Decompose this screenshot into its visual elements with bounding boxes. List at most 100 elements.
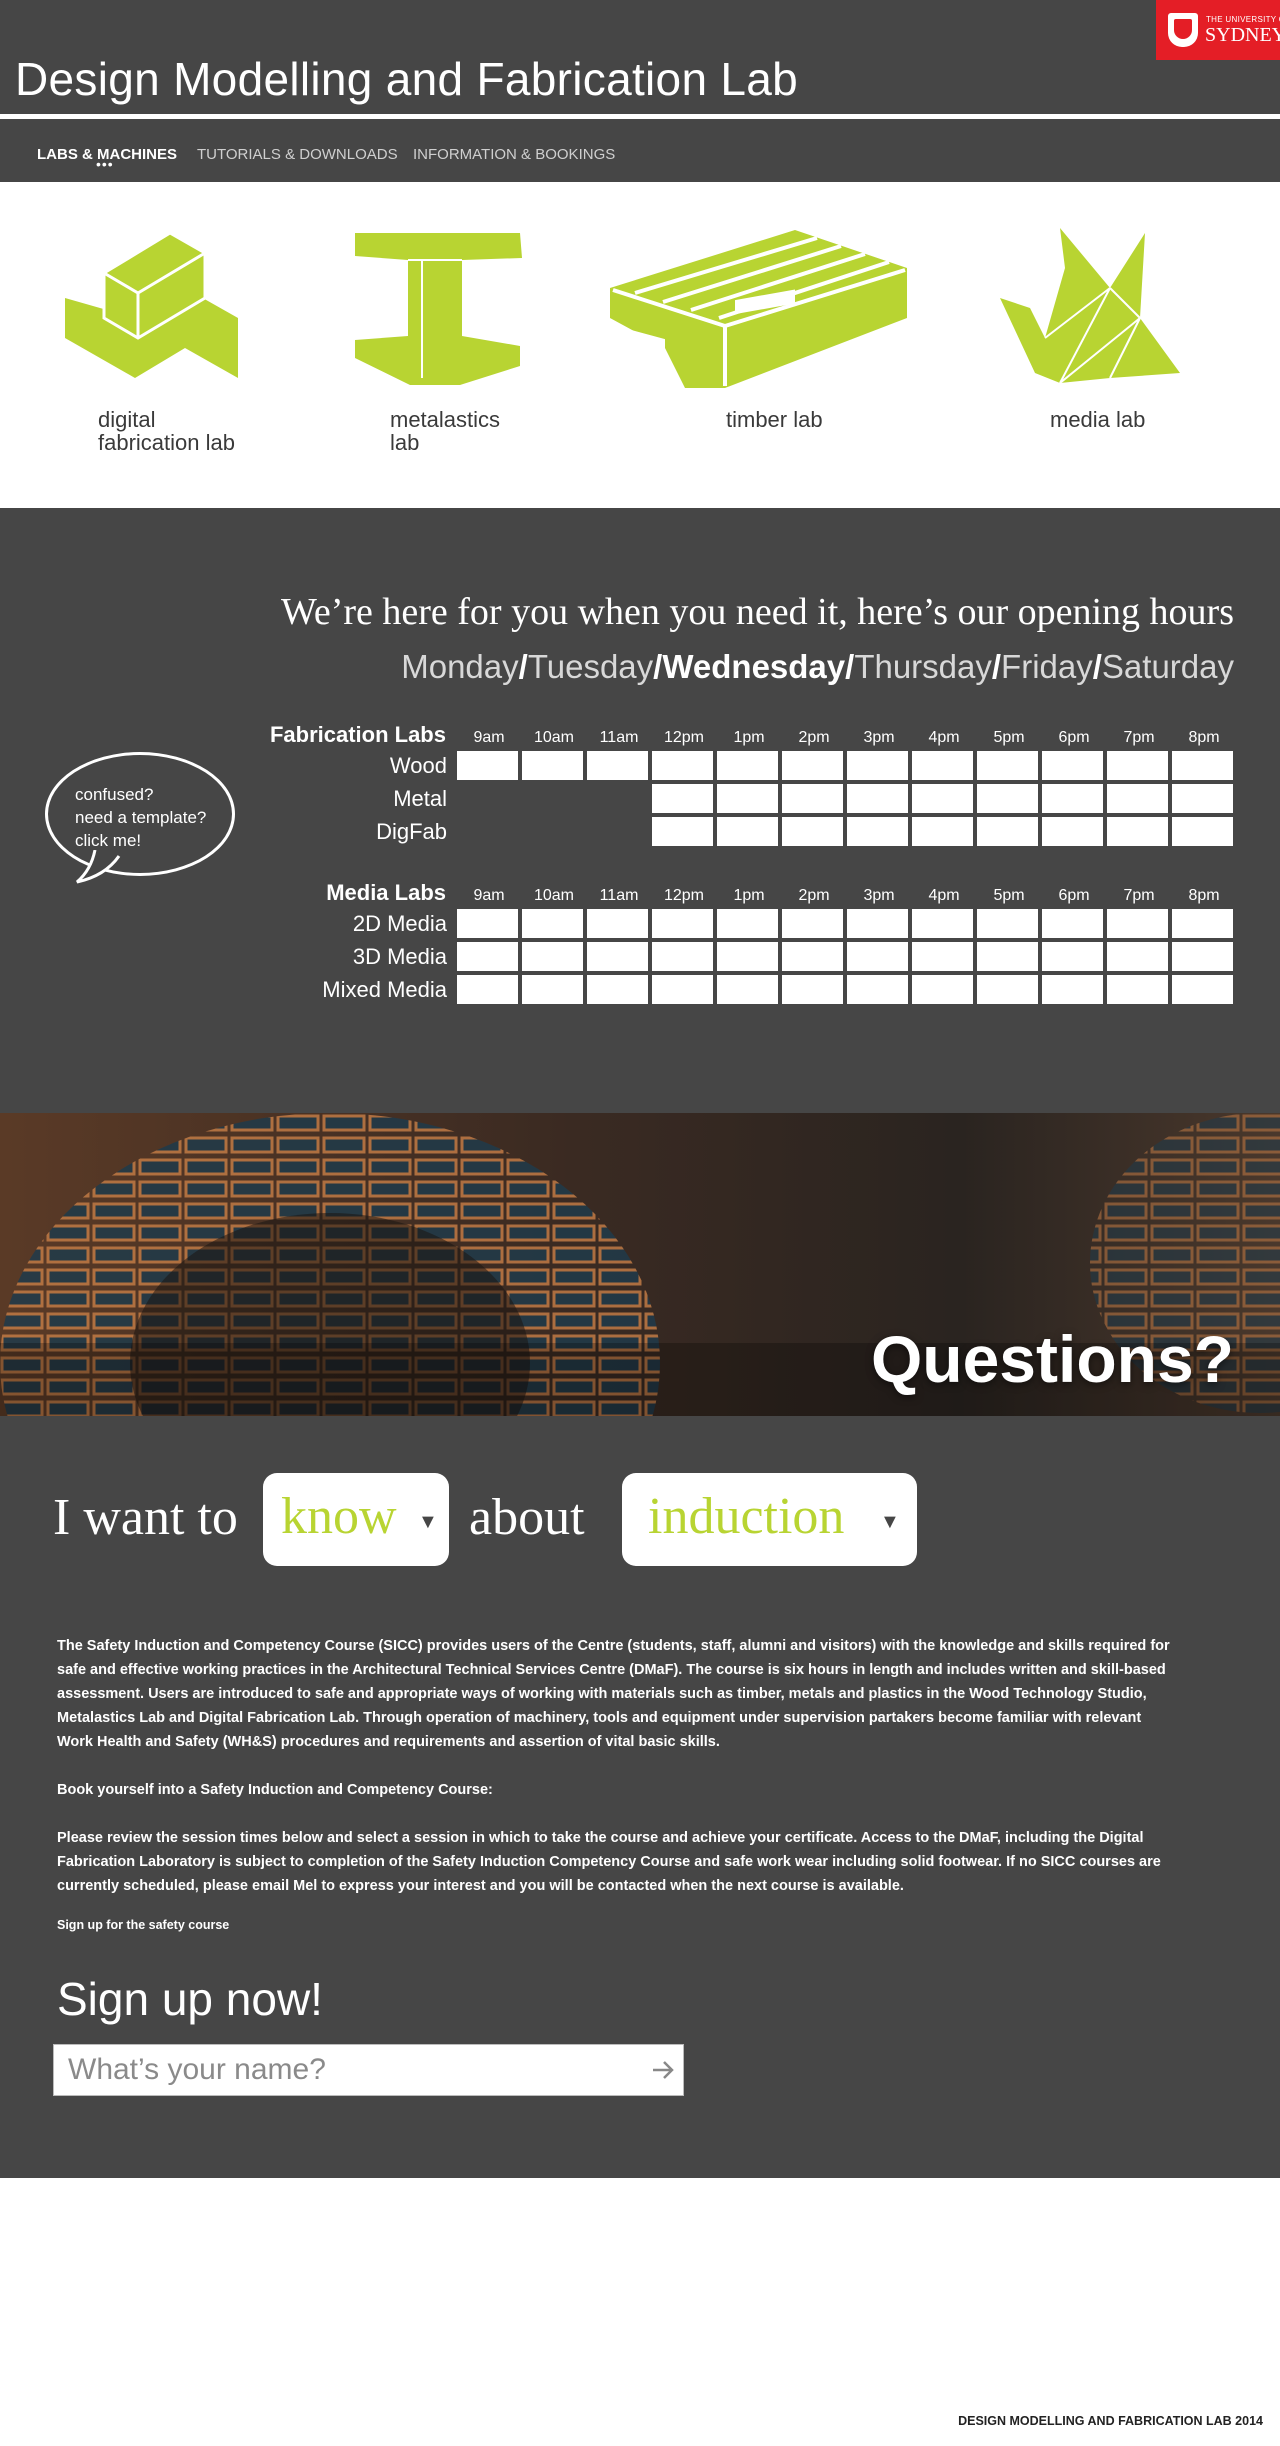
schedule-slot[interactable]	[977, 909, 1038, 938]
nav-tutorials-downloads[interactable]: TUTORIALS & DOWNLOADS	[197, 146, 398, 163]
lab-media[interactable]: media lab	[1000, 228, 1190, 468]
schedule-slot[interactable]	[977, 817, 1038, 846]
schedule-slot[interactable]	[522, 909, 583, 938]
schedule-slot[interactable]	[977, 942, 1038, 971]
schedule-slot[interactable]	[1042, 817, 1103, 846]
schedule-slot[interactable]	[1042, 975, 1103, 1004]
schedule-slot[interactable]	[1107, 751, 1168, 780]
time-label: 1pm	[733, 887, 765, 904]
schedule-slot[interactable]	[717, 909, 778, 938]
day-separator: /	[1092, 648, 1102, 685]
time-label: 5pm	[993, 729, 1025, 746]
schedule-slot[interactable]	[1042, 751, 1103, 780]
day-friday[interactable]: Friday	[1001, 648, 1093, 685]
schedule-slot[interactable]	[717, 751, 778, 780]
question-middle: about	[469, 1489, 585, 1546]
schedule-slot[interactable]	[912, 751, 973, 780]
day-thursday[interactable]: Thursday	[854, 648, 992, 685]
day-separator: /	[518, 648, 528, 685]
schedule-slot[interactable]	[587, 942, 648, 971]
schedule-slot[interactable]	[1172, 784, 1233, 813]
topic-dropdown[interactable]: induction ▼	[622, 1473, 917, 1566]
arrow-right-icon[interactable]	[650, 2057, 676, 2083]
schedule-slot[interactable]	[587, 751, 648, 780]
lab-timber[interactable]: timber lab	[605, 228, 915, 468]
schedule-slot[interactable]	[912, 909, 973, 938]
schedule-slot[interactable]	[977, 751, 1038, 780]
schedule-slot[interactable]	[1172, 942, 1233, 971]
day-monday[interactable]: Monday	[401, 648, 518, 685]
schedule-slot[interactable]	[912, 975, 973, 1004]
schedule-slot[interactable]	[717, 975, 778, 1004]
lab-digital-fabrication[interactable]: digital fabrication lab	[60, 228, 250, 468]
name-input[interactable]	[68, 2051, 628, 2089]
signup-safety-course-link[interactable]: Sign up for the safety course	[57, 1918, 229, 1932]
schedule-slot[interactable]	[522, 751, 583, 780]
schedule-slot[interactable]	[457, 751, 518, 780]
schedule-slot[interactable]	[1042, 942, 1103, 971]
schedule-slot[interactable]	[587, 909, 648, 938]
time-label: 12pm	[663, 887, 705, 904]
schedule-slot[interactable]	[1107, 942, 1168, 971]
schedule-slot[interactable]	[457, 942, 518, 971]
schedule-slot[interactable]	[1172, 751, 1233, 780]
verb-dropdown[interactable]: know ▼	[263, 1473, 449, 1566]
time-label: 6pm	[1058, 887, 1090, 904]
sicc-description: The Safety Induction and Competency Cour…	[57, 1638, 1170, 1750]
schedule-slot[interactable]	[847, 817, 908, 846]
schedule-slot[interactable]	[652, 751, 713, 780]
schedule-slot[interactable]	[1172, 975, 1233, 1004]
schedule-slot[interactable]	[847, 942, 908, 971]
nav-information-bookings[interactable]: INFORMATION & BOOKINGS	[413, 146, 615, 163]
schedule-slot[interactable]	[652, 942, 713, 971]
schedule-slot[interactable]	[1172, 817, 1233, 846]
schedule-slot[interactable]	[1107, 784, 1168, 813]
schedule-slot[interactable]	[1042, 784, 1103, 813]
schedule-slot[interactable]	[1107, 909, 1168, 938]
logo-text-big: SYDNEY	[1205, 24, 1280, 46]
schedule-row-label: 3D Media	[352, 944, 447, 969]
schedule-slot[interactable]	[652, 975, 713, 1004]
schedule-slot[interactable]	[847, 751, 908, 780]
schedule-slot[interactable]	[782, 817, 843, 846]
schedule-slot[interactable]	[912, 942, 973, 971]
schedule-slot[interactable]	[847, 784, 908, 813]
schedule-slot[interactable]	[587, 975, 648, 1004]
day-wednesday[interactable]: Wednesday	[662, 648, 845, 685]
schedule-slot[interactable]	[652, 817, 713, 846]
schedule-slot[interactable]	[1172, 909, 1233, 938]
day-tuesday[interactable]: Tuesday	[528, 648, 653, 685]
schedule-slot[interactable]	[652, 784, 713, 813]
schedule-slot[interactable]	[782, 784, 843, 813]
schedule-slot[interactable]	[717, 784, 778, 813]
schedule-slot[interactable]	[457, 975, 518, 1004]
schedule-slot[interactable]	[522, 942, 583, 971]
schedule-slot[interactable]	[652, 909, 713, 938]
schedule-slot[interactable]	[782, 975, 843, 1004]
schedule-slot[interactable]	[717, 942, 778, 971]
university-logo[interactable]: THE UNIVERSITY OF SYDNEY	[1156, 0, 1280, 60]
schedule-slot[interactable]	[912, 817, 973, 846]
paper-crane-icon	[1000, 228, 1180, 384]
schedule-slot[interactable]	[522, 975, 583, 1004]
schedule-slot[interactable]	[912, 784, 973, 813]
schedule-slot[interactable]	[847, 975, 908, 1004]
schedule-slot[interactable]	[1042, 909, 1103, 938]
schedule-slot[interactable]	[977, 975, 1038, 1004]
schedule-slot[interactable]	[782, 942, 843, 971]
schedule-slot[interactable]	[1107, 817, 1168, 846]
lab-metalastics[interactable]: metalastics lab	[350, 228, 540, 468]
schedule-slot[interactable]	[717, 817, 778, 846]
time-label: 3pm	[863, 887, 895, 904]
schedule-slot[interactable]	[847, 909, 908, 938]
chevron-down-icon: ▼	[880, 1511, 900, 1533]
time-label: 8pm	[1188, 729, 1220, 746]
schedule-slot[interactable]	[977, 784, 1038, 813]
logo-text-small: THE UNIVERSITY OF	[1206, 15, 1280, 24]
schedule-slot[interactable]	[782, 751, 843, 780]
day-saturday[interactable]: Saturday	[1102, 648, 1234, 685]
schedule-slot[interactable]	[1107, 975, 1168, 1004]
schedule-slot[interactable]	[457, 909, 518, 938]
help-bubble[interactable]: confused? need a template? click me!	[45, 752, 235, 876]
schedule-slot[interactable]	[782, 909, 843, 938]
